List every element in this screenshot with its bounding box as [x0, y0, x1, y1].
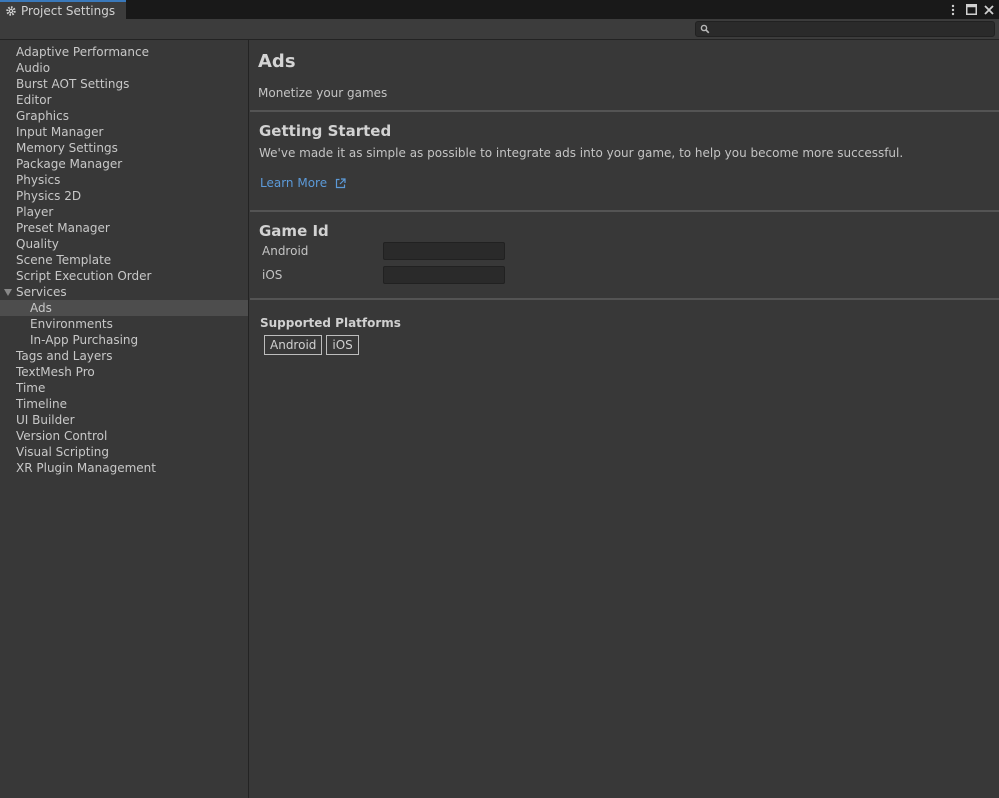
- sidebar-item-visual-scripting[interactable]: Visual Scripting: [0, 444, 248, 460]
- sidebar-item-label: Editor: [16, 93, 52, 107]
- sidebar-item-script-execution-order[interactable]: Script Execution Order: [0, 268, 248, 284]
- sidebar-item-physics-2d[interactable]: Physics 2D: [0, 188, 248, 204]
- platform-chip-ios: iOS: [326, 335, 359, 355]
- learn-more-label: Learn More: [260, 176, 328, 190]
- sidebar-item-scene-template[interactable]: Scene Template: [0, 252, 248, 268]
- maximize-icon[interactable]: [965, 4, 977, 15]
- section-divider: [250, 298, 999, 300]
- sidebar-item-label: Adaptive Performance: [16, 45, 149, 59]
- close-icon[interactable]: [983, 4, 995, 15]
- sidebar-item-label: Burst AOT Settings: [16, 77, 130, 91]
- platform-chips: Android iOS: [264, 335, 359, 355]
- sidebar-item-in-app-purchasing[interactable]: In-App Purchasing: [0, 332, 248, 348]
- main-panel: Ads Monetize your games Getting Started …: [250, 40, 999, 798]
- settings-category-list: Adaptive Performance Audio Burst AOT Setti…: [0, 40, 248, 476]
- external-link-icon: [336, 177, 346, 188]
- title-bar: Project Settings: [0, 0, 999, 19]
- sidebar-item-xr-plugin-management[interactable]: XR Plugin Management: [0, 460, 248, 476]
- sidebar-item-label: Ads: [30, 301, 52, 315]
- sidebar-item-timeline[interactable]: Timeline: [0, 396, 248, 412]
- sidebar-item-label: In-App Purchasing: [30, 333, 139, 347]
- sidebar-item-textmesh-pro[interactable]: TextMesh Pro: [0, 364, 248, 380]
- platform-chip-android: Android: [264, 335, 323, 355]
- sidebar-item-label: Timeline: [16, 397, 68, 411]
- sidebar-item-audio[interactable]: Audio: [0, 60, 248, 76]
- ios-label: iOS: [262, 268, 283, 282]
- sidebar-item-label: UI Builder: [16, 413, 75, 427]
- sidebar-item-services[interactable]: Services: [0, 284, 248, 300]
- sidebar-item-label: Services: [16, 285, 67, 299]
- sidebar-item-label: Package Manager: [16, 157, 123, 171]
- getting-started-description: We've made it as simple as possible to i…: [259, 146, 904, 160]
- sidebar-item-version-control[interactable]: Version Control: [0, 428, 248, 444]
- sidebar-item-graphics[interactable]: Graphics: [0, 108, 248, 124]
- sidebar-item-label: XR Plugin Management: [16, 461, 156, 475]
- sidebar-item-burst-aot-settings[interactable]: Burst AOT Settings: [0, 76, 248, 92]
- sidebar-item-player[interactable]: Player: [0, 204, 248, 220]
- sidebar-item-preset-manager[interactable]: Preset Manager: [0, 220, 248, 236]
- sidebar-item-adaptive-performance[interactable]: Adaptive Performance: [0, 44, 248, 60]
- sidebar-item-label: Version Control: [16, 429, 108, 443]
- sidebar: Adaptive Performance Audio Burst AOT Setti…: [0, 40, 249, 798]
- getting-started-title: Getting Started: [259, 122, 392, 140]
- sidebar-item-label: Quality: [16, 237, 59, 251]
- sidebar-item-label: Tags and Layers: [16, 349, 113, 363]
- more-icon[interactable]: [947, 4, 959, 16]
- sidebar-item-label: Preset Manager: [16, 221, 110, 235]
- sidebar-item-label: Environments: [30, 317, 113, 331]
- sidebar-item-label: Physics 2D: [16, 189, 82, 203]
- sidebar-item-label: Player: [16, 205, 54, 219]
- sidebar-item-label: Audio: [16, 61, 51, 75]
- sidebar-item-label: Visual Scripting: [16, 445, 109, 459]
- toolbar: [0, 19, 999, 40]
- sidebar-item-memory-settings[interactable]: Memory Settings: [0, 140, 248, 156]
- section-divider: [250, 210, 999, 212]
- search-box[interactable]: [695, 21, 995, 37]
- window-title: Project Settings: [21, 3, 116, 18]
- ios-game-id-input[interactable]: [383, 266, 505, 284]
- window-controls: [947, 0, 995, 19]
- sidebar-item-quality[interactable]: Quality: [0, 236, 248, 252]
- sidebar-item-label: Memory Settings: [16, 141, 118, 155]
- sidebar-item-label: Physics: [16, 173, 61, 187]
- sidebar-item-physics[interactable]: Physics: [0, 172, 248, 188]
- sidebar-item-time[interactable]: Time: [0, 380, 248, 396]
- sidebar-item-package-manager[interactable]: Package Manager: [0, 156, 248, 172]
- sidebar-item-ads[interactable]: Ads: [0, 300, 248, 316]
- search-icon: [700, 24, 710, 34]
- section-divider: [250, 110, 999, 112]
- window-tab[interactable]: Project Settings: [0, 0, 126, 19]
- sidebar-item-label: Time: [16, 381, 46, 395]
- page-title: Ads: [258, 51, 296, 72]
- android-label: Android: [262, 244, 309, 258]
- sidebar-item-label: Script Execution Order: [16, 269, 152, 283]
- sidebar-item-editor[interactable]: Editor: [0, 92, 248, 108]
- gear-icon: [6, 5, 16, 16]
- sidebar-item-label: TextMesh Pro: [16, 365, 95, 379]
- sidebar-item-label: Input Manager: [16, 125, 104, 139]
- page-subtitle: Monetize your games: [258, 86, 388, 100]
- sidebar-item-input-manager[interactable]: Input Manager: [0, 124, 248, 140]
- sidebar-item-label: Scene Template: [16, 253, 112, 267]
- sidebar-item-environments[interactable]: Environments: [0, 316, 248, 332]
- supported-platforms-title: Supported Platforms: [260, 316, 401, 330]
- sidebar-item-ui-builder[interactable]: UI Builder: [0, 412, 248, 428]
- sidebar-item-tags-and-layers[interactable]: Tags and Layers: [0, 348, 248, 364]
- android-game-id-input[interactable]: [383, 242, 505, 260]
- learn-more-link[interactable]: Learn More: [260, 176, 346, 190]
- expand-arrow-icon[interactable]: [4, 289, 12, 296]
- game-id-title: Game Id: [259, 222, 329, 240]
- sidebar-item-label: Graphics: [16, 109, 69, 123]
